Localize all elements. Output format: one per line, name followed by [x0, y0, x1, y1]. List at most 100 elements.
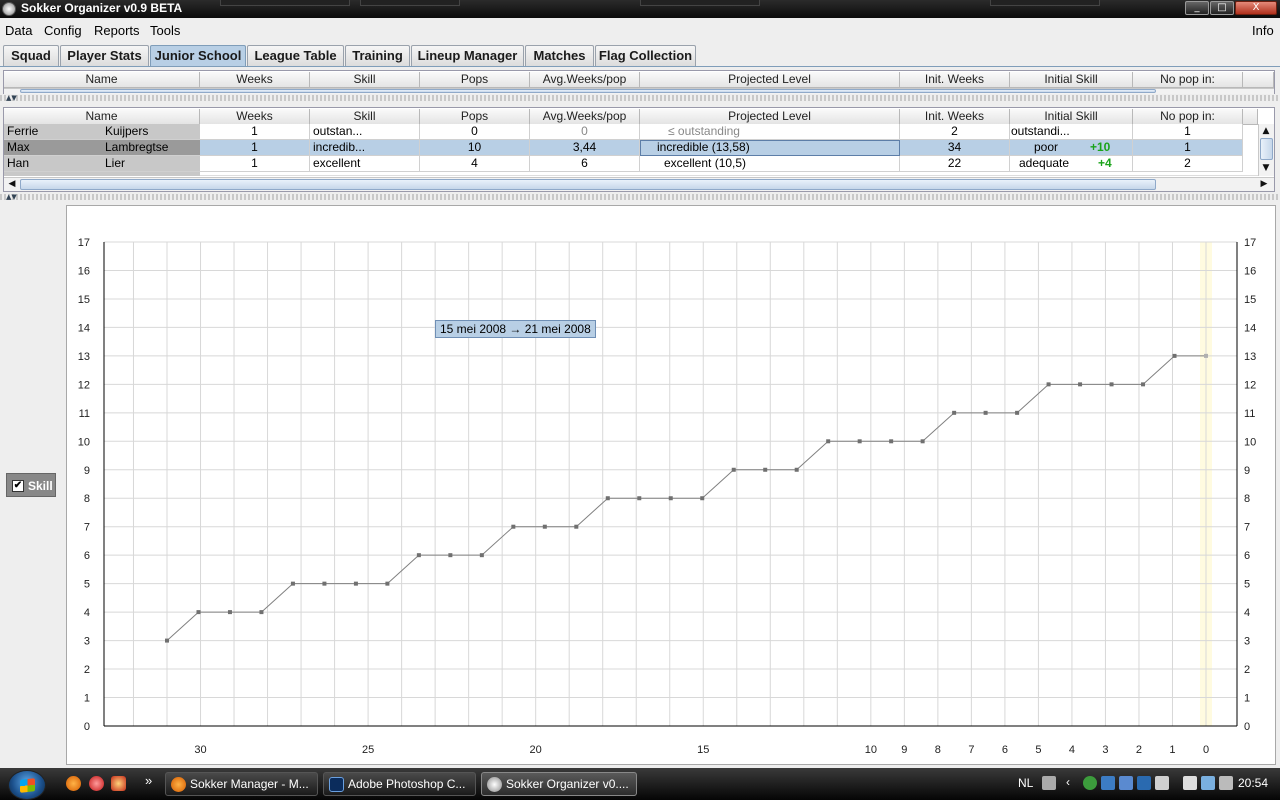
divider-arrows-icon[interactable]: ▲▼: [6, 95, 17, 102]
player-last-name: Kuijpers: [102, 124, 200, 140]
tab-lineup-manager[interactable]: Lineup Manager: [411, 45, 524, 66]
initial-skill-text: adequate: [1019, 156, 1070, 170]
col-header-filler: [1243, 109, 1258, 125]
horizontal-scrollbar[interactable]: [4, 88, 1274, 94]
tab-flag-collection[interactable]: Flag Collection: [595, 45, 696, 66]
cell-skill: outstan...: [310, 124, 420, 140]
menu-reports[interactable]: Reports: [94, 23, 140, 38]
scroll-up-icon[interactable]: ▲: [1260, 125, 1272, 137]
windows-logo-icon: [20, 778, 35, 793]
col-header-initial-skill[interactable]: Initial Skill: [1010, 109, 1133, 125]
scrollbar-thumb[interactable]: [20, 89, 1156, 93]
tab-player-stats[interactable]: Player Stats: [60, 45, 149, 66]
opera-quicklaunch-icon[interactable]: [89, 776, 104, 791]
col-header-weeks[interactable]: Weeks: [200, 109, 310, 125]
scrollbar-thumb[interactable]: [20, 179, 1156, 190]
tab-league-table[interactable]: League Table: [247, 45, 344, 66]
col-header-avg-weeks[interactable]: Avg.Weeks/pop: [530, 72, 640, 88]
col-header-weeks[interactable]: Weeks: [200, 72, 310, 88]
initial-skill-text: poor: [1034, 140, 1059, 154]
col-header-projected-level[interactable]: Projected Level: [640, 109, 900, 125]
tray-app-icon[interactable]: [1137, 776, 1151, 790]
title-bar: Sokker Organizer v0.9 BETA _ □ X: [0, 0, 1280, 18]
split-divider[interactable]: ▲▼: [0, 95, 1280, 102]
tab-bar: Squad Player Stats Junior School League …: [0, 43, 1280, 67]
col-header-no-pop[interactable]: No pop in:: [1133, 109, 1243, 125]
col-header-pops[interactable]: Pops: [420, 72, 530, 88]
scroll-right-icon[interactable]: ▶: [1258, 178, 1270, 190]
cell-avg-weeks: 6: [530, 156, 640, 172]
tray-app-icon[interactable]: [1101, 776, 1115, 790]
sokker-icon: [487, 777, 502, 792]
cell-weeks: 1: [200, 156, 310, 172]
menu-tools[interactable]: Tools: [150, 23, 180, 38]
keyboard-icon[interactable]: [1042, 776, 1056, 790]
minimize-button[interactable]: _: [1185, 1, 1209, 15]
junior-table-panel: Name Weeks Skill Pops Avg.Weeks/pop Proj…: [3, 107, 1275, 192]
window-title: Sokker Organizer v0.9 BETA: [21, 1, 183, 15]
col-header-pops[interactable]: Pops: [420, 109, 530, 125]
clock[interactable]: 20:54: [1238, 776, 1268, 790]
col-header-init-weeks[interactable]: Init. Weeks: [900, 109, 1010, 125]
summary-table-panel: Name Weeks Skill Pops Avg.Weeks/pop Proj…: [3, 70, 1275, 94]
network-icon[interactable]: [1201, 776, 1215, 790]
tray-app-icon[interactable]: [1155, 776, 1169, 790]
legend-skill-toggle[interactable]: ✔ Skill: [6, 473, 56, 497]
col-header-avg-weeks[interactable]: Avg.Weeks/pop: [530, 109, 640, 125]
horizontal-scrollbar[interactable]: ◀ ▶: [4, 177, 1274, 191]
scroll-left-icon[interactable]: ◀: [6, 178, 18, 190]
cell-pops: 10: [420, 140, 530, 156]
table-row-partial: [4, 172, 1258, 176]
close-button[interactable]: X: [1235, 1, 1277, 15]
cell-weeks: 1: [200, 140, 310, 156]
partial-name-cell: [4, 172, 200, 176]
tray-app-icon[interactable]: [1119, 776, 1133, 790]
vertical-scrollbar[interactable]: ▲ ▼: [1258, 124, 1274, 176]
skill-gain-badge: +4: [1098, 156, 1112, 170]
tab-junior-school[interactable]: Junior School: [150, 45, 246, 66]
taskbar-button-photoshop[interactable]: Adobe Photoshop C...: [323, 772, 476, 796]
app-quicklaunch-icon[interactable]: [111, 776, 126, 791]
cell-projected-level[interactable]: incredible (13,58): [640, 140, 900, 156]
cell-projected-level: excellent (10,5): [640, 156, 900, 172]
cell-init-weeks: 22: [900, 156, 1010, 172]
scrollbar-thumb[interactable]: [1260, 138, 1273, 160]
safely-remove-icon[interactable]: [1183, 776, 1197, 790]
col-header-initial-skill[interactable]: Initial Skill: [1010, 72, 1133, 88]
language-indicator[interactable]: NL: [1018, 776, 1033, 790]
skill-checkbox[interactable]: ✔: [12, 480, 24, 492]
menu-info[interactable]: Info: [1252, 23, 1274, 38]
col-header-name[interactable]: Name: [4, 72, 200, 88]
scroll-down-icon[interactable]: ▼: [1260, 162, 1272, 174]
tray-app-icon[interactable]: [1083, 776, 1097, 790]
split-divider[interactable]: ▲▼: [0, 194, 1280, 201]
taskbar-button-firefox[interactable]: Sokker Manager - M...: [165, 772, 318, 796]
player-last-name: Lambregtse: [102, 140, 200, 156]
title-bar-decoration: [220, 0, 350, 6]
cell-no-pop: 1: [1133, 124, 1243, 140]
volume-icon[interactable]: [1219, 776, 1233, 790]
col-header-name[interactable]: Name: [4, 109, 200, 125]
divider-arrows-icon[interactable]: ▲▼: [6, 194, 17, 201]
maximize-button[interactable]: □: [1210, 1, 1234, 15]
taskbar-button-label: Sokker Manager - M...: [190, 777, 309, 791]
tab-matches[interactable]: Matches: [525, 45, 594, 66]
col-header-init-weeks[interactable]: Init. Weeks: [900, 72, 1010, 88]
col-header-skill[interactable]: Skill: [310, 109, 420, 125]
cell-init-weeks: 34: [900, 140, 1010, 156]
taskbar-button-sokker[interactable]: Sokker Organizer v0....: [481, 772, 637, 796]
menu-data[interactable]: Data: [5, 23, 32, 38]
firefox-icon: [171, 777, 186, 792]
firefox-quicklaunch-icon[interactable]: [66, 776, 81, 791]
col-header-no-pop[interactable]: No pop in:: [1133, 72, 1243, 88]
cell-avg-weeks: 3,44: [530, 140, 640, 156]
tab-training[interactable]: Training: [345, 45, 410, 66]
col-header-skill[interactable]: Skill: [310, 72, 420, 88]
cell-init-weeks: 2: [900, 124, 1010, 140]
tab-squad[interactable]: Squad: [3, 45, 59, 66]
start-button[interactable]: [8, 770, 46, 800]
quicklaunch-more-icon[interactable]: »: [145, 773, 152, 788]
show-hidden-icons-icon[interactable]: ‹: [1066, 775, 1070, 789]
menu-config[interactable]: Config: [44, 23, 82, 38]
col-header-projected-level[interactable]: Projected Level: [640, 72, 900, 88]
